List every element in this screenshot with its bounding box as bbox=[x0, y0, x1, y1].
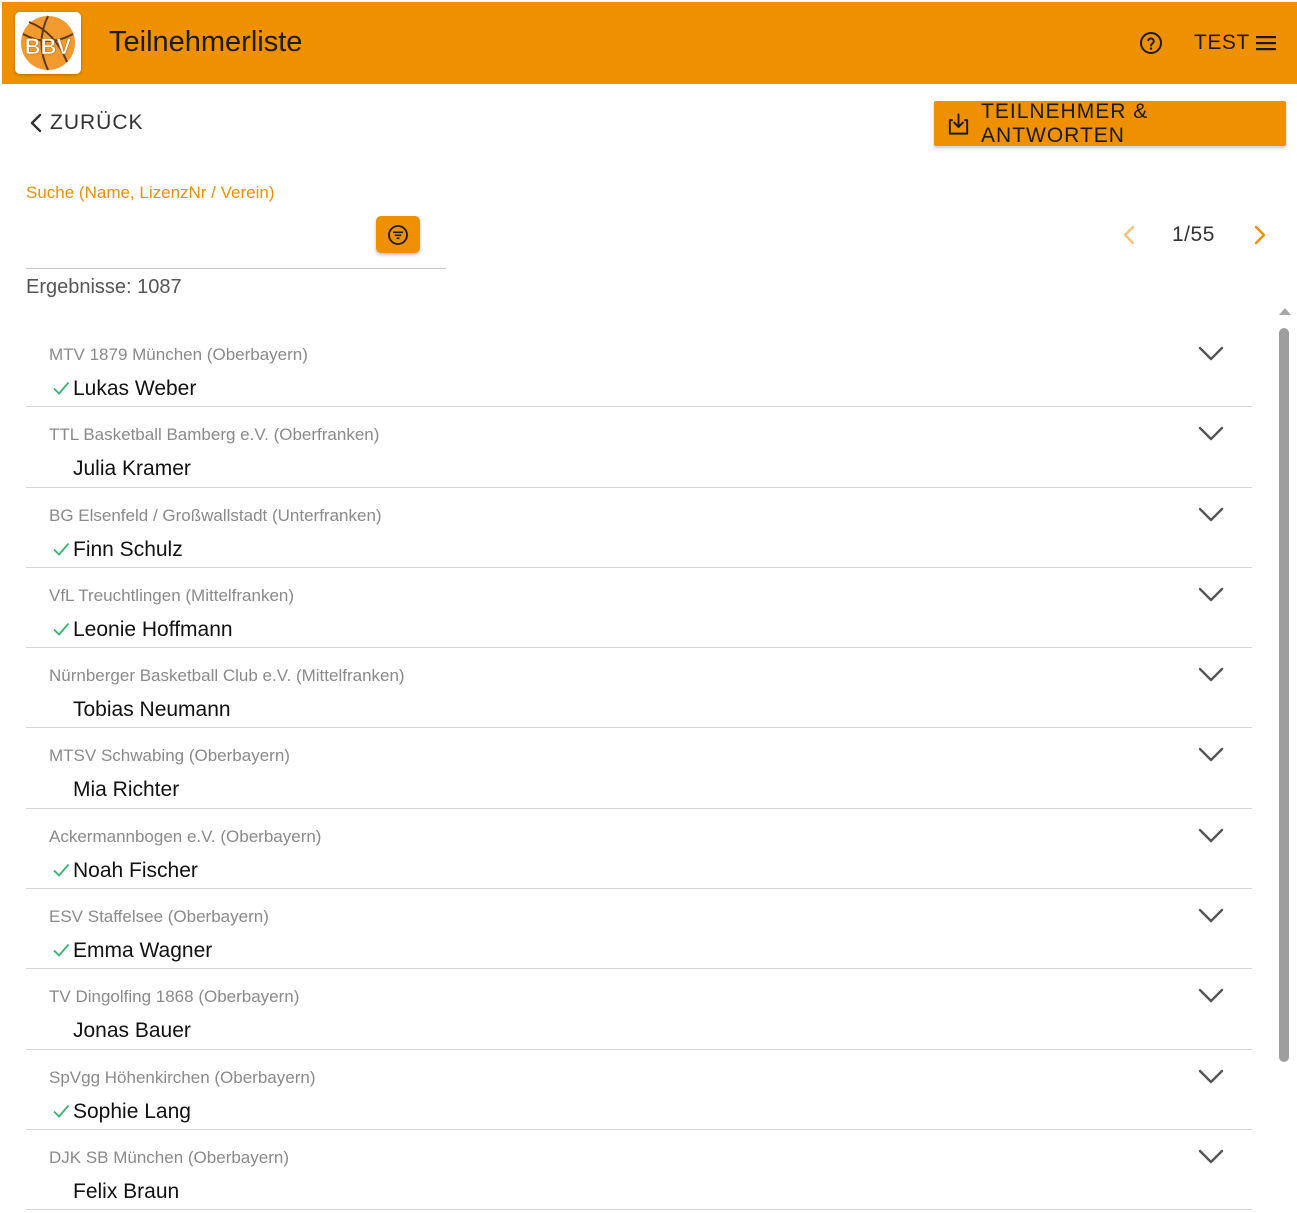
participant-row[interactable]: DJK SB München (Oberbayern) Felix Braun bbox=[26, 1130, 1252, 1211]
user-menu-button[interactable]: TEST bbox=[1194, 28, 1278, 58]
app-header: BBV Teilnehmerliste TEST bbox=[2, 2, 1297, 84]
next-page-button[interactable] bbox=[1245, 220, 1275, 250]
chevron-down-icon bbox=[1198, 427, 1224, 441]
chevron-down-icon bbox=[1198, 1069, 1224, 1083]
download-icon bbox=[948, 112, 969, 135]
participant-name: Julia Kramer bbox=[73, 457, 191, 481]
participant-name: Leonie Hoffmann bbox=[73, 617, 233, 641]
expand-row-button[interactable] bbox=[1196, 341, 1226, 367]
logo-text: BBV bbox=[25, 34, 72, 59]
chevron-right-icon bbox=[1254, 225, 1266, 245]
participant-club: SpVgg Höhenkirchen (Oberbayern) bbox=[49, 1067, 316, 1087]
help-circle-icon bbox=[1140, 32, 1162, 54]
check-icon bbox=[53, 542, 70, 556]
participant-list: MTV 1879 München (Oberbayern) Lukas Weber… bbox=[26, 327, 1252, 1211]
expand-row-button[interactable] bbox=[1196, 983, 1226, 1009]
expand-row-button[interactable] bbox=[1196, 421, 1226, 447]
participant-name: Lukas Weber bbox=[73, 377, 197, 400]
chevron-down-icon bbox=[1198, 1149, 1224, 1164]
participant-club: VfL Treuchtlingen (Mittelfranken) bbox=[49, 585, 295, 605]
participant-row[interactable]: Nürnberger Basketball Club e.V. (Mittelf… bbox=[26, 648, 1252, 729]
chevron-down-icon bbox=[1198, 989, 1224, 1003]
participant-name: Jonas Bauer bbox=[73, 1019, 191, 1043]
participant-row[interactable]: BG Elsenfeld / Großwallstadt (Unterfrank… bbox=[26, 488, 1252, 568]
app-frame: BBV Teilnehmerliste TEST ZURÜCK TEILNEHM… bbox=[2, 2, 1297, 1213]
chevron-down-icon bbox=[1198, 587, 1224, 602]
participant-row[interactable]: MTV 1879 München (Oberbayern) Lukas Weber bbox=[26, 327, 1252, 408]
participant-name: Noah Fischer bbox=[73, 858, 198, 882]
check-icon bbox=[53, 943, 70, 957]
back-label: ZURÜCK bbox=[50, 111, 144, 134]
participant-name: Emma Wagner bbox=[73, 939, 213, 963]
filter-icon bbox=[388, 224, 408, 245]
scrollbar-thumb[interactable] bbox=[1279, 328, 1289, 1062]
participant-name: Mia Richter bbox=[73, 778, 180, 802]
bbv-logo: BBV bbox=[15, 12, 81, 74]
check-icon bbox=[53, 863, 70, 877]
participant-row[interactable]: MTSV Schwabing (Oberbayern) Mia Richter bbox=[26, 728, 1252, 809]
participant-name: Tobias Neumann bbox=[73, 698, 231, 722]
list-scrollbar[interactable] bbox=[1276, 308, 1292, 1213]
scroll-up-arrow[interactable] bbox=[1279, 308, 1291, 315]
participant-name: Sophie Lang bbox=[73, 1099, 191, 1123]
participant-row[interactable]: ESV Staffelsee (Oberbayern) Emma Wagner bbox=[26, 889, 1252, 970]
result-count: Ergebnisse: 1087 bbox=[26, 276, 182, 298]
participant-row[interactable]: VfL Treuchtlingen (Mittelfranken) Leonie … bbox=[26, 568, 1252, 649]
chevron-left-icon bbox=[1123, 225, 1135, 245]
expand-row-button[interactable] bbox=[1196, 903, 1226, 929]
participant-club: ESV Staffelsee (Oberbayern) bbox=[49, 907, 269, 927]
chevron-down-icon bbox=[1198, 828, 1224, 842]
check-icon bbox=[53, 1104, 70, 1118]
chevron-down-icon bbox=[1198, 507, 1224, 521]
back-button[interactable]: ZURÜCK bbox=[26, 108, 144, 138]
participant-name: Felix Braun bbox=[73, 1179, 180, 1203]
chevron-down-icon bbox=[1198, 346, 1224, 361]
expand-row-button[interactable] bbox=[1196, 1144, 1226, 1170]
participant-club: MTSV Schwabing (Oberbayern) bbox=[49, 746, 290, 766]
participant-club: TTL Basketball Bamberg e.V. (Oberfranken… bbox=[49, 425, 380, 445]
expand-row-button[interactable] bbox=[1196, 662, 1226, 688]
search-label: Suche (Name, LizenzNr / Verein) bbox=[26, 183, 275, 202]
page-title: Teilnehmerliste bbox=[109, 26, 303, 58]
help-button[interactable] bbox=[1139, 31, 1163, 55]
page-indicator: 1/55 bbox=[1172, 223, 1215, 246]
participant-club: Nürnberger Basketball Club e.V. (Mittelf… bbox=[49, 666, 405, 686]
expand-row-button[interactable] bbox=[1196, 1064, 1226, 1090]
participant-name: Finn Schulz bbox=[73, 537, 183, 561]
previous-page-button[interactable] bbox=[1114, 220, 1144, 250]
check-icon bbox=[53, 381, 70, 395]
check-icon bbox=[53, 622, 70, 636]
expand-row-button[interactable] bbox=[1196, 582, 1226, 608]
expand-row-button[interactable] bbox=[1196, 823, 1226, 849]
chevron-down-icon bbox=[1198, 908, 1224, 923]
participant-club: Ackermannbogen e.V. (Oberbayern) bbox=[49, 826, 322, 846]
hamburger-menu-icon bbox=[1255, 36, 1276, 51]
expand-row-button[interactable] bbox=[1196, 502, 1226, 528]
participant-row[interactable]: TTL Basketball Bamberg e.V. (Oberfranken… bbox=[26, 407, 1252, 488]
participant-club: TV Dingolfing 1868 (Oberbayern) bbox=[49, 987, 300, 1007]
chevron-down-icon bbox=[1198, 667, 1224, 682]
participant-club: MTV 1879 München (Oberbayern) bbox=[49, 345, 308, 364]
export-participants-answers-button[interactable]: TEILNEHMER & ANTWORTEN bbox=[934, 99, 1286, 147]
participant-club: DJK SB München (Oberbayern) bbox=[49, 1147, 289, 1167]
chevron-down-icon bbox=[1198, 748, 1224, 762]
participant-row[interactable]: TV Dingolfing 1868 (Oberbayern) Jonas Bau… bbox=[26, 969, 1252, 1050]
participant-row[interactable]: SpVgg Höhenkirchen (Oberbayern) Sophie La… bbox=[26, 1050, 1252, 1130]
pagination: 1/55 bbox=[1114, 220, 1274, 250]
participant-row[interactable]: Ackermannbogen e.V. (Oberbayern) Noah Fis… bbox=[26, 809, 1252, 890]
export-label: TEILNEHMER & ANTWORTEN bbox=[981, 99, 1149, 147]
user-name: TEST bbox=[1194, 31, 1250, 54]
participant-club: BG Elsenfeld / Großwallstadt (Unterfrank… bbox=[49, 505, 382, 525]
filter-button[interactable] bbox=[376, 216, 420, 253]
expand-row-button[interactable] bbox=[1196, 742, 1226, 768]
chevron-left-icon bbox=[30, 113, 42, 133]
